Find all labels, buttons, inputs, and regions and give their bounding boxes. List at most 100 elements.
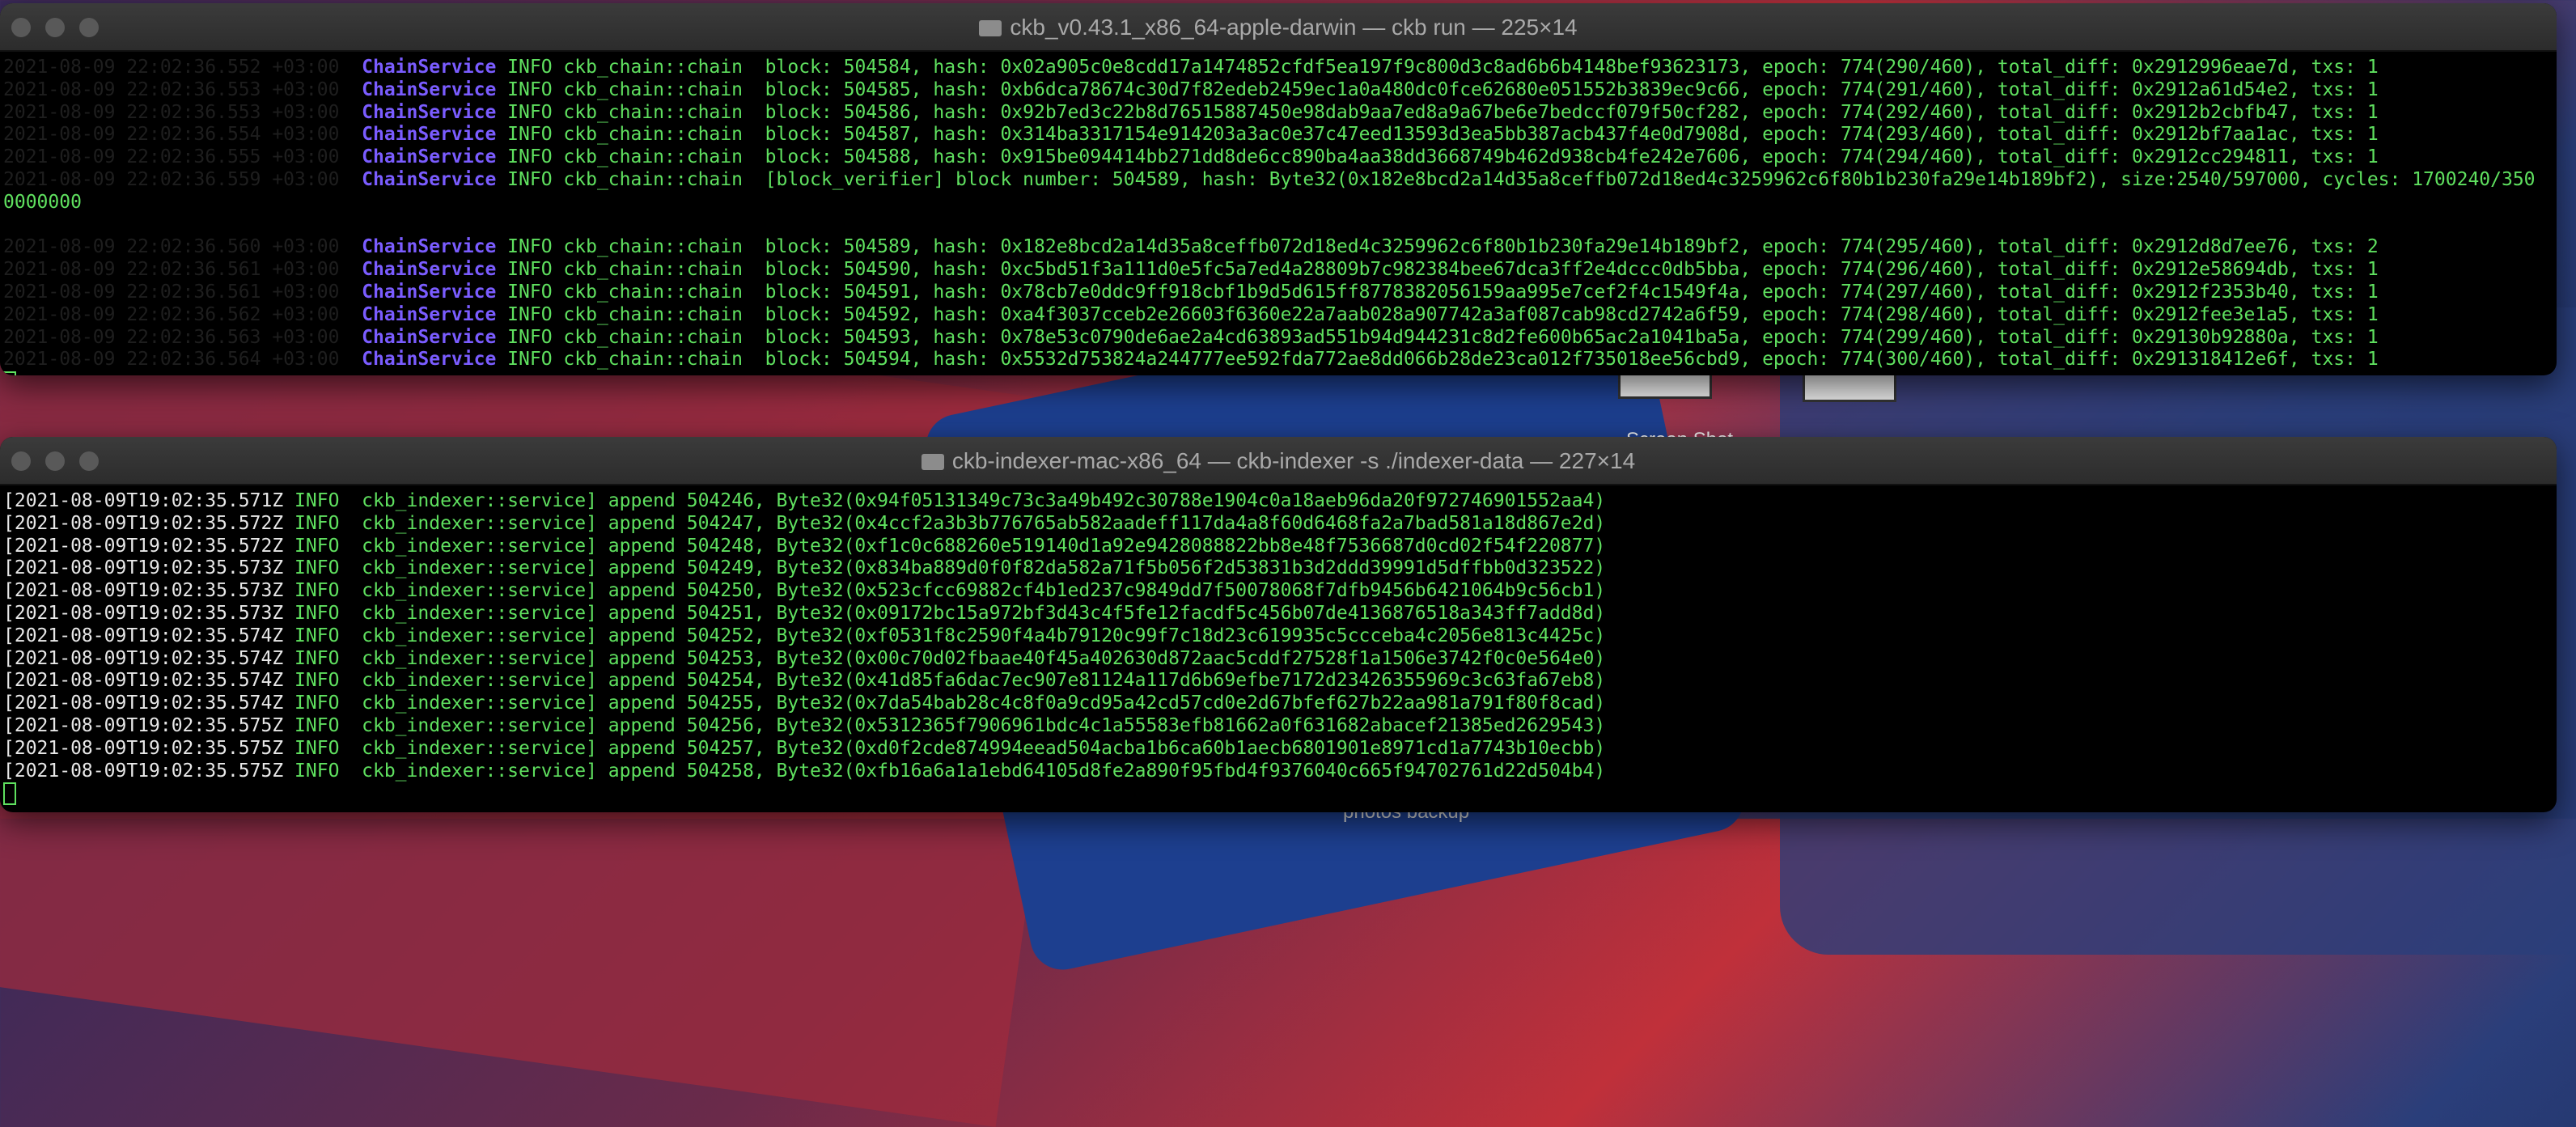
log-line: 2021-08-09 22:02:36.559 +03:00 ChainServ… [3, 169, 2553, 192]
log-timestamp: 2021-08-09 22:02:36.561 +03:00 [3, 259, 340, 281]
log-module: ckb_indexer::service] [362, 714, 597, 736]
log-line: [2021-08-09T19:02:35.572Z INFO ckb_index… [3, 513, 2553, 536]
log-line: 2021-08-09 22:02:36.552 +03:00 ChainServ… [3, 57, 2553, 79]
log-level: INFO [507, 236, 553, 258]
log-timestamp: [2021-08-09T19:02:35.572Z [3, 535, 284, 557]
log-module: ckb_indexer::service] [362, 580, 597, 602]
log-service: ChainService [362, 303, 497, 325]
terminal-cursor [3, 782, 16, 806]
log-line: 2021-08-09 22:02:36.564 +03:00 ChainServ… [3, 349, 2553, 371]
log-timestamp: 2021-08-09 22:02:36.564 +03:00 [3, 349, 340, 371]
log-timestamp: 2021-08-09 22:02:36.559 +03:00 [3, 168, 340, 190]
log-service: ChainService [362, 349, 497, 371]
log-module: ckb_chain::chain [563, 146, 743, 168]
log-line: [2021-08-09T19:02:35.574Z INFO ckb_index… [3, 625, 2553, 648]
window-title: ckb_v0.43.1_x86_64-apple-darwin — ckb ru… [0, 15, 2557, 40]
log-timestamp: 2021-08-09 22:02:36.561 +03:00 [3, 281, 340, 303]
log-level: INFO [507, 101, 553, 123]
log-service: ChainService [362, 326, 497, 348]
log-message: block: 504588, hash: 0x915be094414bb271d… [765, 146, 2379, 168]
log-timestamp: 2021-08-09 22:02:36.562 +03:00 [3, 303, 340, 325]
log-level: INFO [294, 670, 340, 692]
log-level: INFO [507, 168, 553, 190]
log-module: ckb_chain::chain [563, 78, 743, 100]
log-message: append 504255, Byte32(0x7da54bab28c4c8f0… [608, 693, 1606, 714]
log-module: ckb_chain::chain [563, 236, 743, 258]
log-module: ckb_chain::chain [563, 168, 743, 190]
log-module: ckb_chain::chain [563, 303, 743, 325]
log-service: ChainService [362, 259, 497, 281]
log-level: INFO [507, 326, 553, 348]
log-service: ChainService [362, 78, 497, 100]
log-timestamp: [2021-08-09T19:02:35.572Z [3, 512, 284, 534]
log-line: 2021-08-09 22:02:36.555 +03:00 ChainServ… [3, 146, 2553, 169]
log-module: ckb_chain::chain [563, 101, 743, 123]
log-level: INFO [294, 490, 340, 511]
log-message: block: 504594, hash: 0x5532d753824a24477… [765, 349, 2379, 371]
terminal-output[interactable]: [2021-08-09T19:02:35.571Z INFO ckb_index… [0, 485, 2557, 812]
terminal-output[interactable]: 2021-08-09 22:02:36.552 +03:00 ChainServ… [0, 52, 2557, 375]
window-titlebar[interactable]: ckb-indexer-mac-x86_64 — ckb-indexer -s … [0, 437, 2557, 485]
log-level: INFO [294, 625, 340, 646]
log-module: ckb_indexer::service] [362, 693, 597, 714]
log-message: block: 504586, hash: 0x92b7ed3c22b8d7651… [765, 101, 2379, 123]
log-line: 2021-08-09 22:02:36.561 +03:00 ChainServ… [3, 259, 2553, 282]
log-message: append 504257, Byte32(0xd0f2cde874994eea… [608, 737, 1606, 759]
log-service: ChainService [362, 146, 497, 168]
log-module: ckb_chain::chain [563, 281, 743, 303]
log-level: INFO [294, 512, 340, 534]
log-line: [2021-08-09T19:02:35.571Z INFO ckb_index… [3, 490, 2553, 513]
log-message: append 504248, Byte32(0xf1c0c688260e5191… [608, 535, 1606, 557]
log-line: 2021-08-09 22:02:36.561 +03:00 ChainServ… [3, 282, 2553, 304]
log-line: [2021-08-09T19:02:35.574Z INFO ckb_index… [3, 648, 2553, 671]
log-line: [2021-08-09T19:02:35.575Z INFO ckb_index… [3, 715, 2553, 738]
log-line: 2021-08-09 22:02:36.563 +03:00 ChainServ… [3, 327, 2553, 350]
log-level: INFO [507, 57, 553, 78]
log-timestamp: 2021-08-09 22:02:36.553 +03:00 [3, 101, 340, 123]
log-level: INFO [507, 303, 553, 325]
log-module: ckb_indexer::service] [362, 490, 597, 511]
window-title-text: ckb_v0.43.1_x86_64-apple-darwin — ckb ru… [1010, 15, 1578, 40]
log-level: INFO [294, 760, 340, 782]
log-level: INFO [507, 349, 553, 371]
log-module: ckb_chain::chain [563, 57, 743, 78]
log-line: [2021-08-09T19:02:35.573Z INFO ckb_index… [3, 580, 2553, 603]
window-titlebar[interactable]: ckb_v0.43.1_x86_64-apple-darwin — ckb ru… [0, 3, 2557, 52]
log-message: append 504247, Byte32(0x4ccf2a3b3b776765… [608, 512, 1606, 534]
log-module: ckb_indexer::service] [362, 535, 597, 557]
log-message: [block_verifier] block number: 504589, h… [765, 168, 2536, 190]
log-line: [2021-08-09T19:02:35.575Z INFO ckb_index… [3, 738, 2553, 761]
log-message: block: 504584, hash: 0x02a905c0e8cdd17a1… [765, 57, 2379, 78]
log-timestamp: 2021-08-09 22:02:36.563 +03:00 [3, 326, 340, 348]
log-line: [2021-08-09T19:02:35.574Z INFO ckb_index… [3, 693, 2553, 715]
log-message: block: 504591, hash: 0x78cb7e0ddc9ff918c… [765, 281, 2379, 303]
log-service: ChainService [362, 236, 497, 258]
log-module: ckb_chain::chain [563, 124, 743, 146]
terminal-window-ckb-indexer[interactable]: ckb-indexer-mac-x86_64 — ckb-indexer -s … [0, 437, 2557, 812]
log-service: ChainService [362, 101, 497, 123]
log-message: append 504256, Byte32(0x5312365f7906961b… [608, 714, 1606, 736]
log-level: INFO [507, 259, 553, 281]
log-timestamp: 2021-08-09 22:02:36.553 +03:00 [3, 78, 340, 100]
log-line: [2021-08-09T19:02:35.574Z INFO ckb_index… [3, 670, 2553, 693]
folder-icon [921, 454, 944, 470]
log-timestamp: 2021-08-09 22:02:36.552 +03:00 [3, 57, 340, 78]
log-timestamp: [2021-08-09T19:02:35.574Z [3, 693, 284, 714]
log-message: append 504246, Byte32(0x94f05131349c73c3… [608, 490, 1606, 511]
log-level: INFO [294, 535, 340, 557]
log-message: block: 504589, hash: 0x182e8bcd2a14d35a8… [765, 236, 2379, 258]
log-line: [2021-08-09T19:02:35.572Z INFO ckb_index… [3, 536, 2553, 558]
terminal-window-ckb-run[interactable]: ckb_v0.43.1_x86_64-apple-darwin — ckb ru… [0, 3, 2557, 375]
log-line: 2021-08-09 22:02:36.553 +03:00 ChainServ… [3, 102, 2553, 125]
log-message: append 504253, Byte32(0x00c70d02fbaae40f… [608, 647, 1606, 669]
log-service: ChainService [362, 124, 497, 146]
log-message: append 504258, Byte32(0xfb16a6a1a1ebd641… [608, 760, 1606, 782]
log-timestamp: [2021-08-09T19:02:35.574Z [3, 670, 284, 692]
log-timestamp: 2021-08-09 22:02:36.560 +03:00 [3, 236, 340, 258]
log-level: INFO [507, 124, 553, 146]
log-module: ckb_indexer::service] [362, 737, 597, 759]
log-line: 2021-08-09 22:02:36.554 +03:00 ChainServ… [3, 124, 2553, 146]
log-message: append 504250, Byte32(0x523cfcc69882cf4b… [608, 580, 1606, 602]
log-module: ckb_indexer::service] [362, 670, 597, 692]
log-module: ckb_chain::chain [563, 326, 743, 348]
